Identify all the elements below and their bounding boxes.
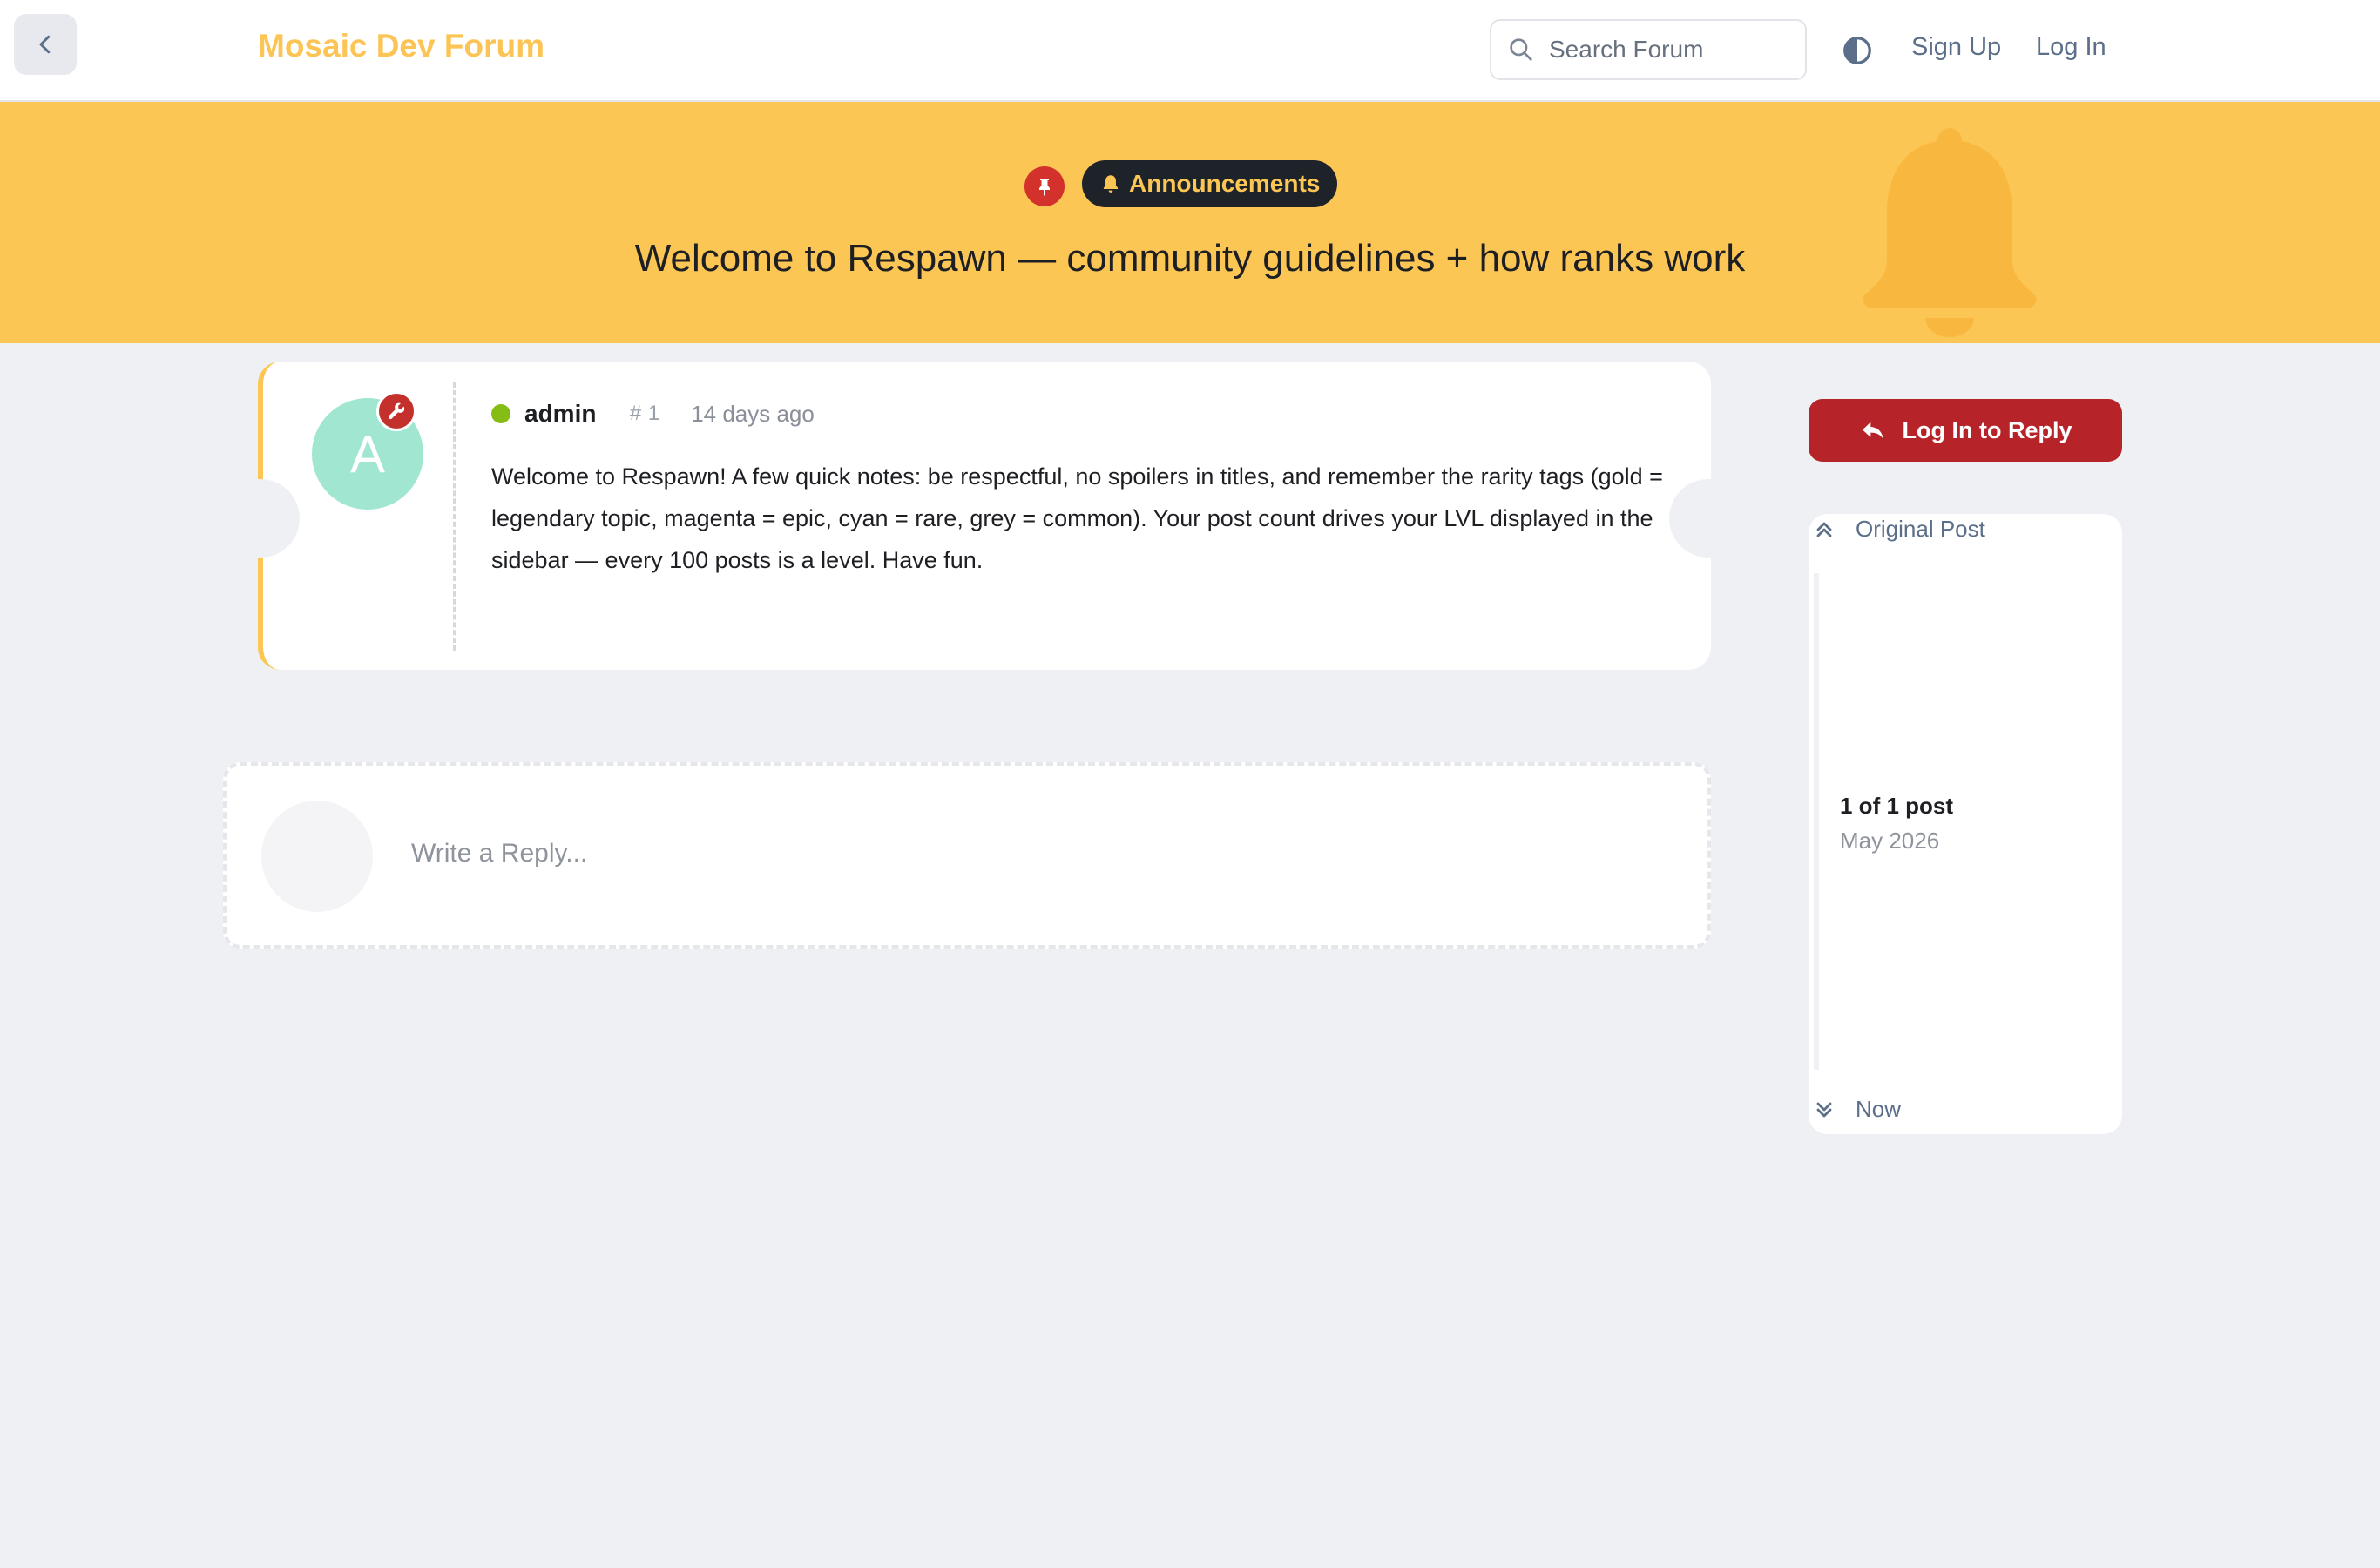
timeline-bottom-label: Now [1856,1096,1902,1122]
post-number-hash: # [629,402,641,425]
site-brand[interactable]: Mosaic Dev Forum [258,28,544,64]
timeline-top-label: Original Post [1856,516,1985,542]
login-to-reply-label: Log In to Reply [1902,416,2072,443]
post-divider [453,382,456,651]
half-circle-theme-icon[interactable] [1842,35,1873,66]
pin-icon [1039,179,1050,196]
back-button[interactable] [14,14,77,75]
post-author[interactable]: admin [524,400,596,428]
reply-arrow-icon [1862,422,1883,440]
online-status-indicator [491,404,510,423]
topic-banner: Announcements Welcome to Respawn — commu… [0,102,2380,343]
timeline-date: May 2026 [1840,828,1940,854]
reply-placeholder[interactable]: Write a Reply... [411,839,587,868]
post-meta: admin #1 14 days ago [491,398,815,429]
topic-timeline: Original Post 1 of 1 post May 2026 Now [1809,514,2122,1134]
bell-icon [1103,175,1119,193]
moderator-badge [376,391,416,431]
search-box[interactable] [1490,19,1807,80]
category-label: Announcements [1129,170,1321,197]
login-to-reply-button[interactable]: Log In to Reply [1809,399,2122,462]
post-body: Welcome to Respawn! A few quick notes: b… [491,463,1663,573]
topic-title: Welcome to Respawn — community guideline… [634,237,1746,280]
post-card: A admin #1 14 days ago Welcome to Respaw… [258,362,1711,670]
post-number-value: 1 [647,402,660,425]
double-chevron-up-icon [1816,522,1832,537]
card-notch-left [258,479,300,558]
timeline-jump-top[interactable]: Original Post [1812,516,1985,543]
timeline-post-count: 1 of 1 post [1840,793,1954,819]
category-tag[interactable]: Announcements [1082,160,1338,207]
timeline-jump-bottom[interactable]: Now [1812,1096,1901,1123]
reply-composer[interactable]: Write a Reply... [223,762,1711,949]
pinned-badge [1024,166,1065,206]
timeline-scroll-track[interactable] [1814,573,1819,1070]
search-icon [1510,38,1532,61]
login-link[interactable]: Log In [2036,33,2106,62]
bell-icon [1863,128,2037,337]
post-number[interactable]: #1 [629,402,659,426]
post-timestamp[interactable]: 14 days ago [691,401,815,428]
signup-link[interactable]: Sign Up [1911,33,2001,62]
search-input[interactable] [1547,35,1786,64]
wrench-icon [388,402,405,420]
reply-avatar-placeholder [261,801,373,912]
double-chevron-down-icon [1816,1102,1832,1117]
chevron-left-icon [39,35,51,54]
top-header: Mosaic Dev Forum Sign Up Log In [0,0,2380,102]
